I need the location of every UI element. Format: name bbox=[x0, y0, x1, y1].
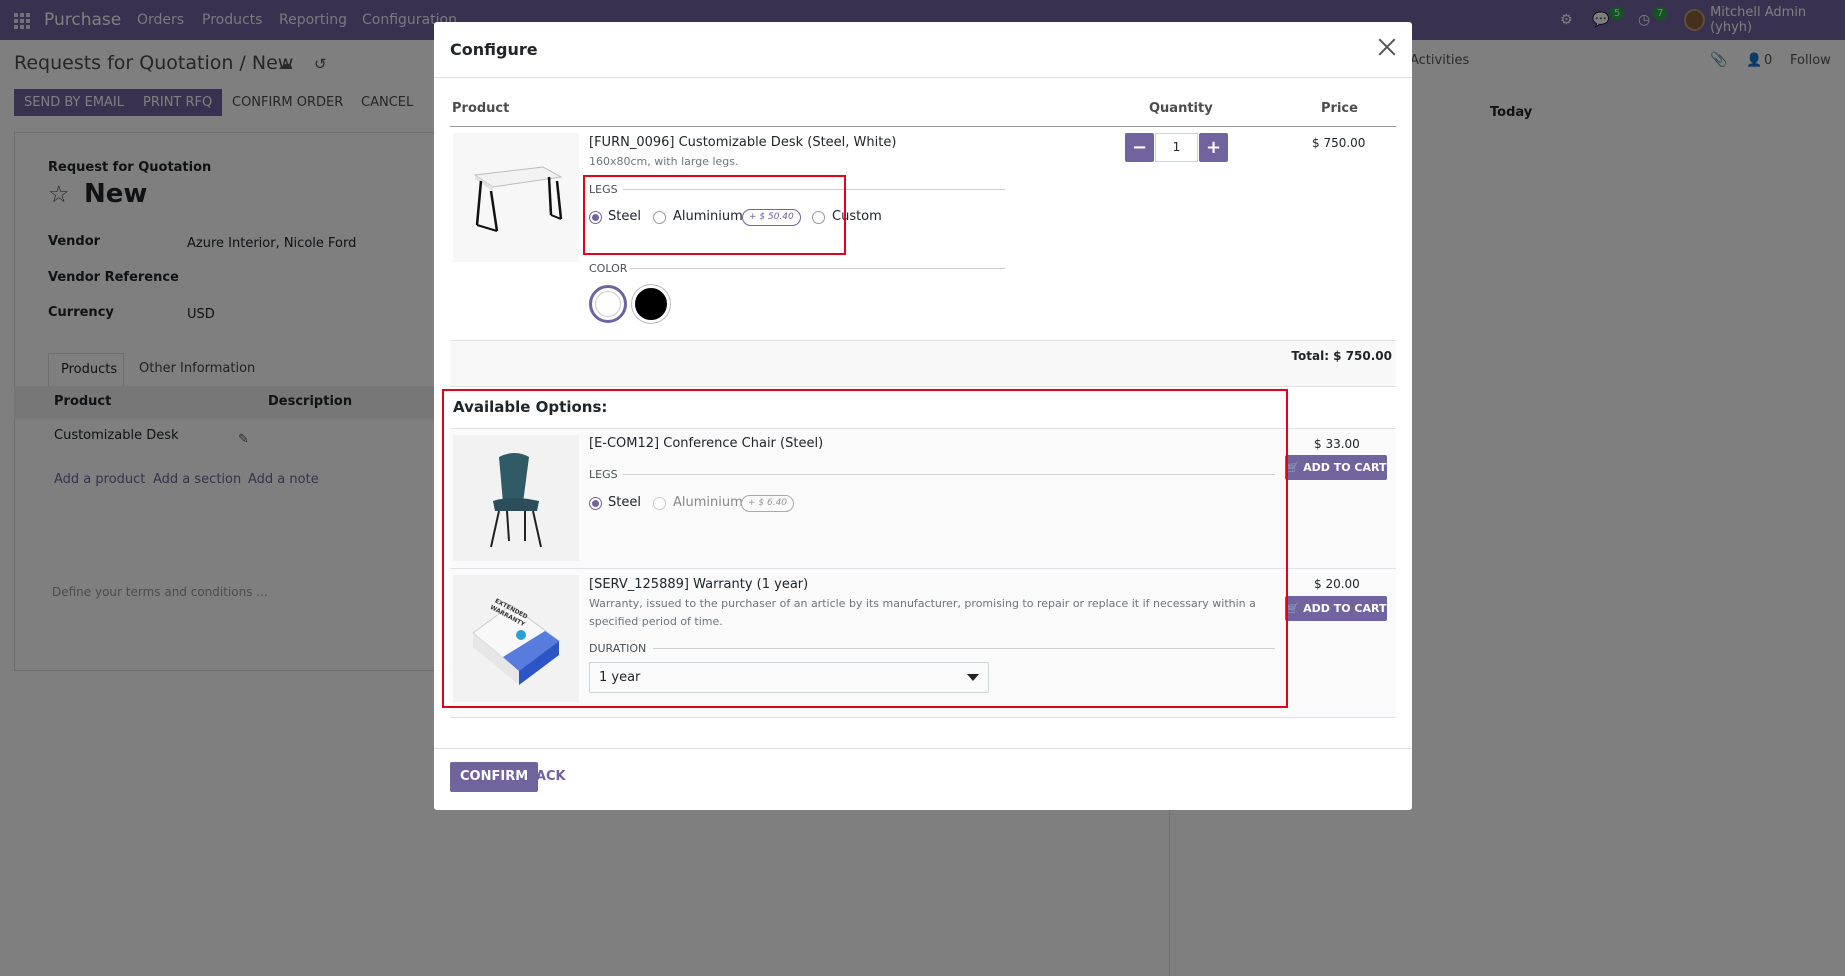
color-black-swatch[interactable] bbox=[632, 285, 670, 323]
dialog-title: Configure bbox=[450, 40, 538, 59]
quantity-column-header: Quantity bbox=[1149, 101, 1213, 116]
header-divider bbox=[450, 126, 1396, 127]
warranty-add-to-cart-button[interactable]: 🛒 ADD TO CART bbox=[1285, 596, 1387, 621]
options-bottom-divider bbox=[450, 717, 1396, 718]
color-attribute-divider bbox=[630, 268, 1005, 269]
product-column-header: Product bbox=[452, 101, 510, 116]
total-amount: Total: $ 750.00 bbox=[1291, 349, 1392, 363]
close-icon[interactable] bbox=[1376, 36, 1398, 58]
desk-product-image bbox=[453, 133, 579, 262]
color-white-swatch[interactable] bbox=[589, 285, 627, 323]
total-bottom-divider bbox=[450, 386, 1396, 387]
quantity-input[interactable]: 1 bbox=[1155, 133, 1198, 162]
legs-highlight-box bbox=[583, 175, 846, 255]
total-row bbox=[450, 341, 1396, 386]
chair-add-to-cart-button[interactable]: 🛒 ADD TO CART bbox=[1285, 455, 1387, 480]
chair-add-to-cart-label: ADD TO CART bbox=[1303, 461, 1387, 474]
price-column-header: Price bbox=[1321, 101, 1358, 116]
quantity-minus-button[interactable]: − bbox=[1125, 133, 1154, 162]
dialog-header: Configure bbox=[434, 22, 1412, 78]
warranty-add-to-cart-label: ADD TO CART bbox=[1303, 602, 1387, 615]
configure-dialog: Configure Product Quantity Price [FURN_0… bbox=[434, 22, 1412, 810]
main-product-description: 160x80cm, with large legs. bbox=[589, 155, 739, 168]
quantity-plus-button[interactable]: + bbox=[1199, 133, 1228, 162]
main-product-price: $ 750.00 bbox=[1312, 136, 1366, 150]
options-highlight-box bbox=[442, 389, 1288, 708]
dialog-footer bbox=[434, 748, 1412, 810]
back-button[interactable]: BACK bbox=[516, 762, 576, 792]
color-attribute-label: COLOR bbox=[589, 262, 628, 275]
option-chair-price: $ 33.00 bbox=[1314, 437, 1360, 451]
option-warranty-price: $ 20.00 bbox=[1314, 577, 1360, 591]
main-product-name: [FURN_0096] Customizable Desk (Steel, Wh… bbox=[589, 135, 897, 150]
